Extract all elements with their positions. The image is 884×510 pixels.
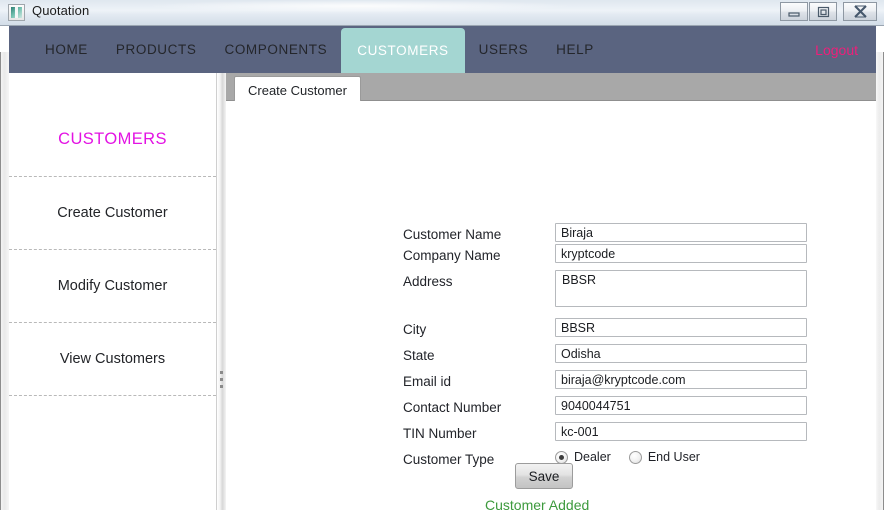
- app-window-icon: [8, 4, 25, 21]
- titlebar-highlight: [150, 0, 570, 12]
- radio-dealer-label: Dealer: [574, 450, 611, 464]
- company-name-input[interactable]: [555, 244, 807, 263]
- state-input[interactable]: [555, 344, 807, 363]
- customer-type-radio-group: Dealer End User: [555, 448, 833, 464]
- label-city: City: [403, 322, 427, 337]
- contact-number-input[interactable]: [555, 396, 807, 415]
- nav-item-products[interactable]: PRODUCTS: [102, 26, 211, 73]
- nav-item-customers[interactable]: CUSTOMERS: [341, 28, 465, 73]
- tab-strip: Create Customer: [226, 73, 876, 103]
- close-icon[interactable]: [843, 2, 877, 21]
- top-navigation-bar: HOME PRODUCTS COMPONENTS CUSTOMERS USERS…: [9, 26, 876, 73]
- label-contact-number: Contact Number: [403, 400, 502, 415]
- form-row-address: Address BBSR: [403, 270, 833, 312]
- form-row-contact-number: Contact Number: [403, 396, 833, 415]
- radio-selected-icon: [555, 450, 568, 464]
- form-row-company-name: Company Name: [403, 244, 833, 263]
- minimize-icon[interactable]: [780, 2, 808, 21]
- label-address: Address: [403, 274, 453, 289]
- nav-item-home[interactable]: HOME: [31, 26, 102, 73]
- form-row-state: State: [403, 344, 833, 363]
- status-message: Customer Added: [485, 497, 590, 510]
- nav-item-components[interactable]: COMPONENTS: [210, 26, 341, 73]
- window-titlebar[interactable]: Quotation: [0, 0, 884, 26]
- splitter-grip-dot: [220, 378, 223, 381]
- form-row-tin-number: TIN Number: [403, 422, 833, 441]
- restore-icon[interactable]: [809, 2, 837, 21]
- nav-item-users[interactable]: USERS: [465, 26, 543, 73]
- splitter-grip-dot: [220, 371, 223, 374]
- sidebar-item-create-customer[interactable]: Create Customer: [9, 177, 216, 250]
- sidebar-item-view-customers[interactable]: View Customers: [9, 323, 216, 396]
- nav-item-help[interactable]: HELP: [542, 26, 608, 73]
- sidebar-splitter-handle[interactable]: [217, 73, 226, 510]
- form-row-city: City: [403, 318, 833, 337]
- splitter-grip-dot: [220, 385, 223, 388]
- tin-number-input[interactable]: [555, 422, 807, 441]
- radio-dealer[interactable]: Dealer: [555, 450, 611, 464]
- label-company-name: Company Name: [403, 248, 501, 263]
- content-panel: Customer Name Company Name Address BBSR: [226, 101, 876, 510]
- application-window: Quotation HOME PRODUCTS COMPONENTS CUSTO…: [0, 0, 884, 510]
- save-button-row: Save: [515, 463, 573, 489]
- create-customer-form: Customer Name Company Name Address BBSR: [403, 223, 833, 469]
- address-input[interactable]: BBSR: [555, 270, 807, 307]
- form-row-customer-name: Customer Name: [403, 223, 833, 242]
- window-title: Quotation: [32, 3, 90, 18]
- customer-name-input[interactable]: [555, 223, 807, 242]
- sidebar: CUSTOMERS Create Customer Modify Custome…: [9, 73, 217, 510]
- sidebar-heading: CUSTOMERS: [9, 103, 216, 177]
- tab-create-customer[interactable]: Create Customer: [234, 76, 361, 103]
- city-input[interactable]: [555, 318, 807, 337]
- label-email-id: Email id: [403, 374, 452, 389]
- form-row-customer-type: Customer Type Dealer End User: [403, 448, 833, 467]
- label-tin-number: TIN Number: [403, 426, 477, 441]
- radio-end-user[interactable]: End User: [628, 450, 700, 464]
- navigation-items: HOME PRODUCTS COMPONENTS CUSTOMERS USERS…: [9, 26, 608, 73]
- sidebar-item-modify-customer[interactable]: Modify Customer: [9, 250, 216, 323]
- window-left-border: [0, 52, 9, 510]
- application-client-area: HOME PRODUCTS COMPONENTS CUSTOMERS USERS…: [0, 26, 884, 510]
- label-state: State: [403, 348, 435, 363]
- label-customer-name: Customer Name: [403, 227, 502, 242]
- email-id-input[interactable]: [555, 370, 807, 389]
- form-row-email: Email id: [403, 370, 833, 389]
- logout-link[interactable]: Logout: [815, 26, 858, 73]
- radio-end-user-label: End User: [647, 450, 700, 464]
- radio-unselected-icon: [628, 450, 642, 464]
- save-button[interactable]: Save: [515, 463, 573, 489]
- window-right-border: [876, 52, 884, 510]
